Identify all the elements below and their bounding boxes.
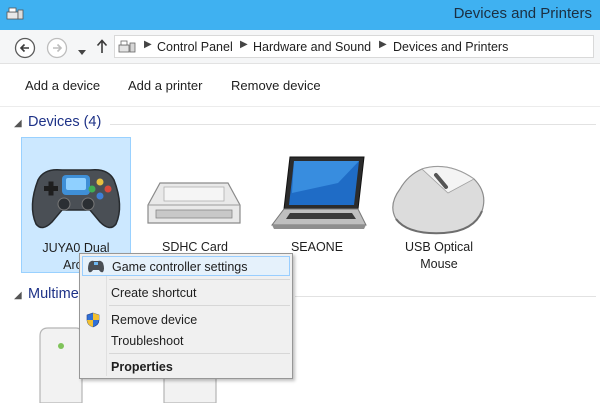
menu-item-label: Create shortcut bbox=[111, 286, 197, 300]
menu-divider bbox=[109, 353, 290, 354]
back-arrow-icon bbox=[14, 37, 36, 59]
forward-button[interactable] bbox=[46, 37, 68, 64]
breadcrumb-devices-and-printers[interactable]: Devices and Printers bbox=[393, 40, 508, 54]
shield-icon bbox=[86, 312, 100, 331]
breadcrumb-separator-icon[interactable]: ▶ bbox=[240, 39, 248, 50]
context-menu: Game controller settings Create shortcut… bbox=[79, 253, 293, 379]
window-title: Devices and Printers bbox=[453, 5, 592, 22]
menu-divider bbox=[109, 279, 290, 280]
menu-item-label: Game controller settings bbox=[112, 260, 248, 274]
breadcrumb-control-panel[interactable]: Control Panel bbox=[157, 40, 233, 54]
forward-arrow-icon bbox=[46, 37, 68, 59]
menu-divider bbox=[109, 305, 290, 306]
menu-item-properties[interactable]: Properties bbox=[82, 357, 290, 377]
group-divider bbox=[295, 296, 596, 297]
add-printer-button[interactable]: Add a printer bbox=[128, 78, 202, 93]
mouse-icon bbox=[388, 163, 488, 238]
collapse-chevron-icon[interactable]: ◢ bbox=[14, 290, 28, 301]
device-label-line2: Mouse bbox=[420, 257, 458, 271]
group-divider bbox=[110, 124, 596, 125]
add-device-button[interactable]: Add a device bbox=[25, 78, 100, 93]
laptop-icon bbox=[268, 153, 368, 238]
gamepad-icon bbox=[87, 259, 105, 276]
command-bar: Add a device Add a printer Remove device bbox=[0, 64, 600, 107]
menu-item-label: Properties bbox=[111, 360, 173, 374]
menu-item-create-shortcut[interactable]: Create shortcut bbox=[82, 283, 290, 303]
address-field[interactable]: ▶ Control Panel ▶ Hardware and Sound ▶ D… bbox=[114, 35, 594, 58]
menu-item-label: Troubleshoot bbox=[111, 334, 184, 348]
device-usb-mouse[interactable]: USB Optical Mouse bbox=[384, 137, 494, 273]
remove-device-button[interactable]: Remove device bbox=[231, 78, 321, 93]
breadcrumb-separator-icon[interactable]: ▶ bbox=[379, 39, 387, 50]
collapse-chevron-icon[interactable]: ◢ bbox=[14, 118, 28, 129]
breadcrumb-separator-icon[interactable]: ▶ bbox=[144, 39, 152, 50]
breadcrumb-hardware-and-sound[interactable]: Hardware and Sound bbox=[253, 40, 371, 54]
menu-item-troubleshoot[interactable]: Troubleshoot bbox=[82, 331, 290, 351]
up-arrow-icon bbox=[96, 39, 108, 53]
gamepad-icon bbox=[26, 158, 126, 237]
devices-group-header[interactable]: ◢ Devices (4) bbox=[14, 114, 101, 130]
up-button[interactable] bbox=[96, 38, 108, 59]
control-panel-location-icon bbox=[118, 40, 138, 57]
recent-locations-dropdown[interactable] bbox=[78, 43, 86, 61]
menu-item-game-controller-settings[interactable]: Game controller settings bbox=[82, 256, 290, 276]
devices-printers-app-icon bbox=[6, 6, 24, 27]
back-button[interactable] bbox=[14, 37, 36, 64]
address-bar-area: ▶ Control Panel ▶ Hardware and Sound ▶ D… bbox=[0, 30, 600, 64]
card-reader-icon bbox=[146, 177, 242, 234]
device-laptop[interactable]: SEAONE bbox=[262, 137, 372, 263]
title-bar: Devices and Printers bbox=[0, 0, 600, 30]
chevron-down-icon bbox=[78, 50, 86, 55]
device-label: USB Optical bbox=[404, 240, 474, 254]
devices-group-label: Devices (4) bbox=[28, 114, 102, 130]
menu-item-remove-device[interactable]: Remove device bbox=[82, 310, 290, 330]
menu-item-label: Remove device bbox=[111, 313, 198, 327]
device-sdhc-card[interactable]: SDHC Card bbox=[140, 137, 250, 263]
